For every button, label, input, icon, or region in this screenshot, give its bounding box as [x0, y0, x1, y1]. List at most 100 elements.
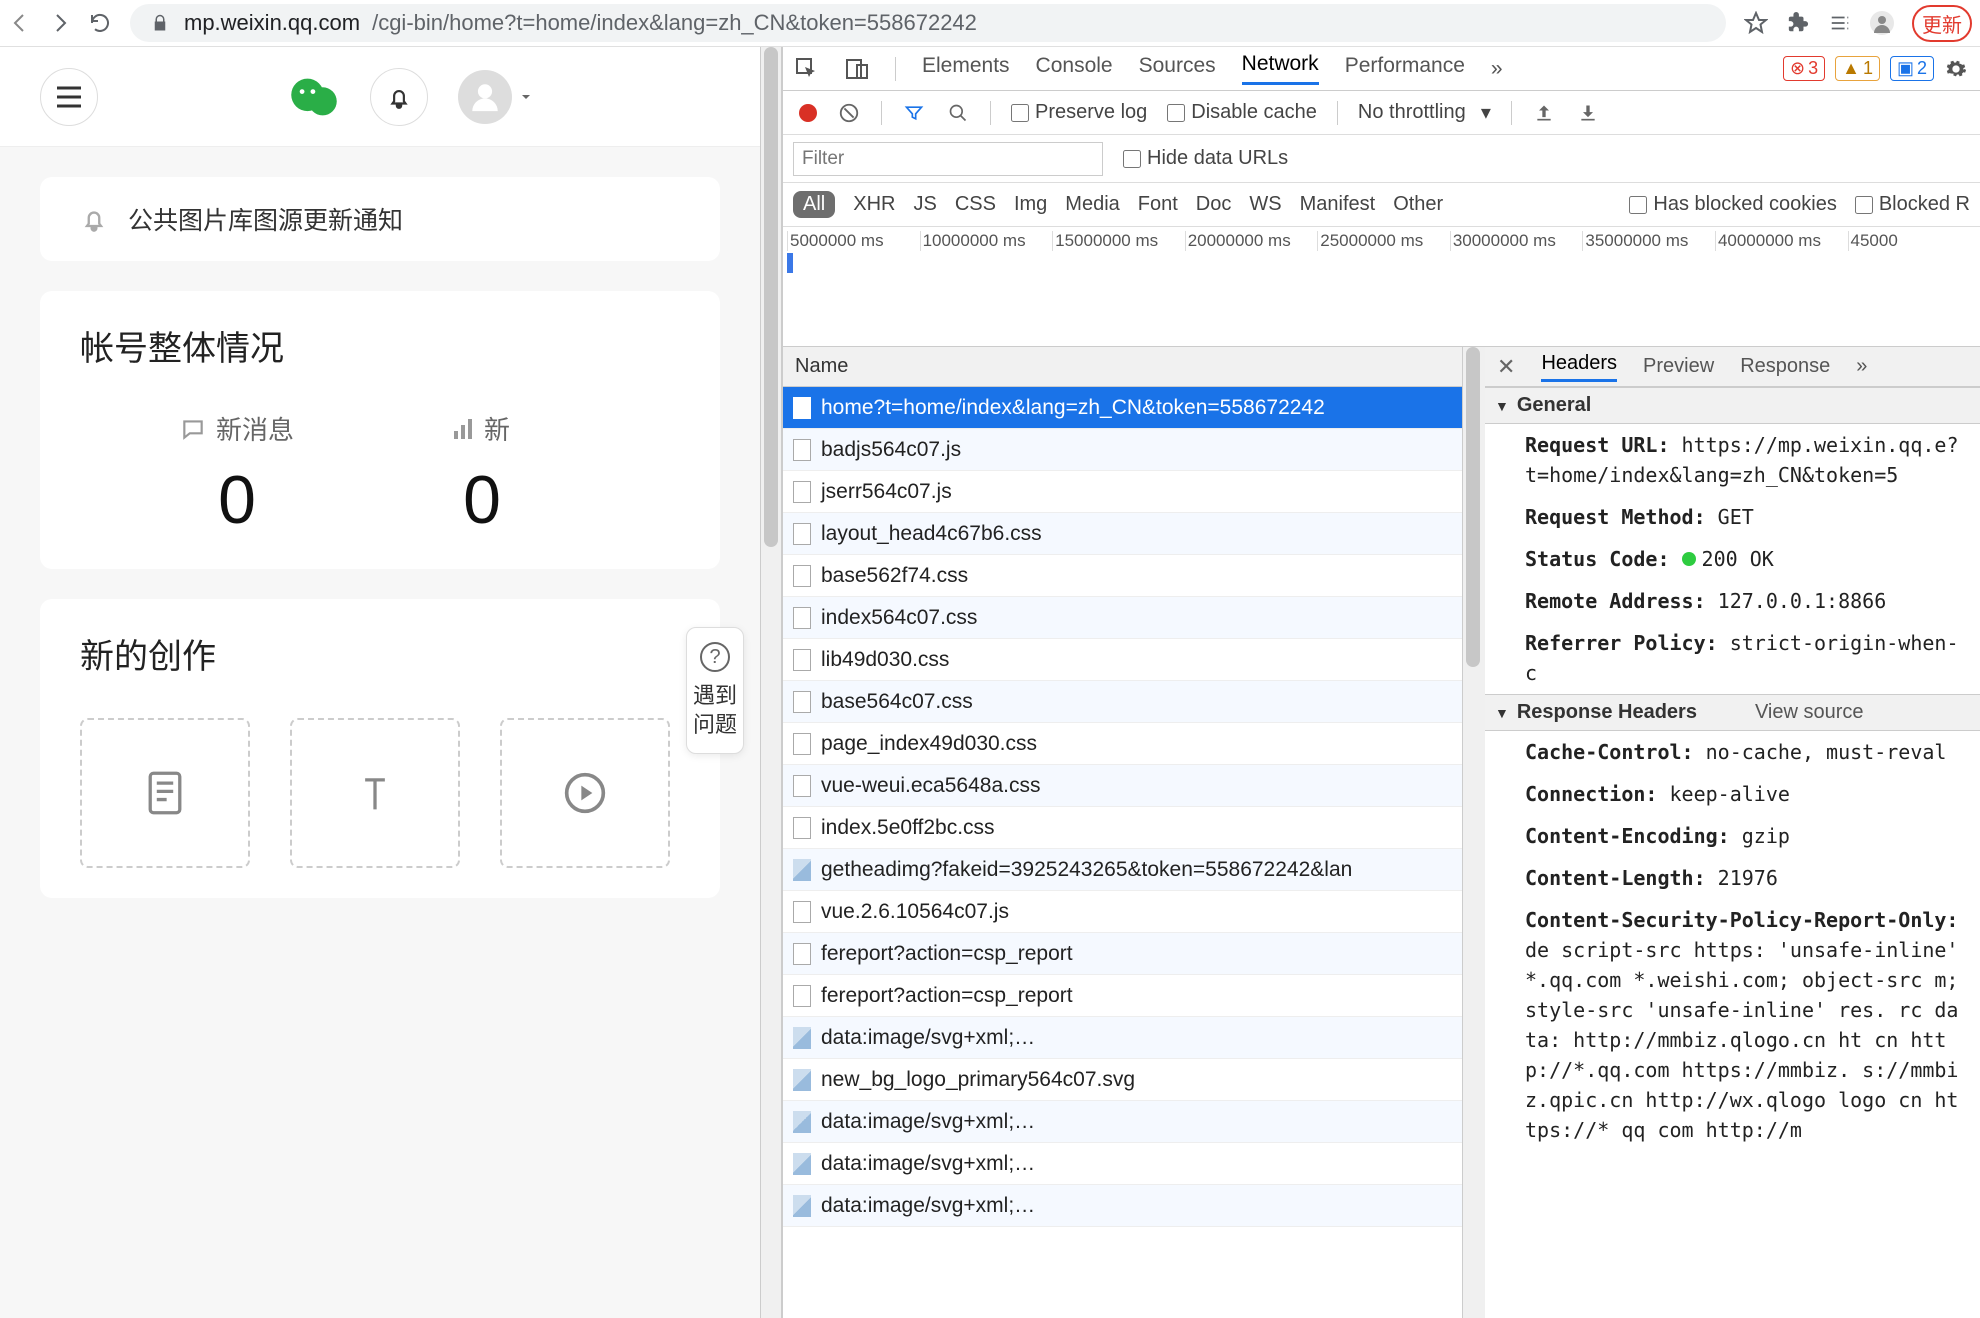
- settings-icon[interactable]: [1944, 57, 1968, 81]
- tab-performance[interactable]: Performance: [1345, 54, 1465, 84]
- update-button[interactable]: 更新: [1912, 5, 1972, 42]
- tab-elements[interactable]: Elements: [922, 54, 1010, 84]
- request-row[interactable]: base564c07.css: [783, 681, 1462, 723]
- blocked-requests-checkbox[interactable]: Blocked R: [1855, 193, 1970, 216]
- tabs-overflow-icon[interactable]: »: [1491, 57, 1503, 81]
- type-other[interactable]: Other: [1393, 193, 1443, 216]
- stat-new-second[interactable]: 新 0: [454, 410, 510, 539]
- request-row[interactable]: getheadimg?fakeid=3925243265&token=55867…: [783, 849, 1462, 891]
- record-button[interactable]: [799, 104, 817, 122]
- tab-console[interactable]: Console: [1036, 54, 1113, 84]
- request-row[interactable]: vue.2.6.10564c07.js: [783, 891, 1462, 933]
- timeline-overview[interactable]: 5000000 ms10000000 ms15000000 ms20000000…: [783, 227, 1980, 347]
- request-name: base562f74.css: [821, 564, 968, 588]
- type-manifest[interactable]: Manifest: [1300, 193, 1376, 216]
- error-badge[interactable]: ⊗3: [1783, 56, 1825, 81]
- request-row[interactable]: data:image/svg+xml;…: [783, 1017, 1462, 1059]
- device-icon[interactable]: [845, 57, 869, 81]
- inspect-icon[interactable]: [795, 57, 819, 81]
- preserve-log-checkbox[interactable]: Preserve log: [1011, 101, 1147, 124]
- filter-icon[interactable]: [902, 101, 926, 125]
- type-all[interactable]: All: [793, 191, 835, 218]
- detail-tab-headers[interactable]: Headers: [1541, 352, 1617, 382]
- disable-cache-checkbox[interactable]: Disable cache: [1167, 101, 1317, 124]
- header-row: Cache-Control: no-cache, must-reval: [1485, 731, 1980, 773]
- request-name: layout_head4c67b6.css: [821, 522, 1042, 546]
- type-css[interactable]: CSS: [955, 193, 996, 216]
- detail-tab-response[interactable]: Response: [1740, 355, 1830, 378]
- type-media[interactable]: Media: [1065, 193, 1119, 216]
- tab-sources[interactable]: Sources: [1139, 54, 1216, 84]
- tab-network[interactable]: Network: [1242, 52, 1319, 85]
- request-name: lib49d030.css: [821, 648, 949, 672]
- request-row[interactable]: jserr564c07.js: [783, 471, 1462, 513]
- request-row[interactable]: fereport?action=csp_report: [783, 933, 1462, 975]
- throttling-dropdown[interactable]: No throttling ▾: [1358, 100, 1491, 125]
- menu-button[interactable]: [40, 68, 98, 126]
- profile-icon[interactable]: [1870, 11, 1894, 35]
- response-headers-section-header[interactable]: ▼Response HeadersView source: [1485, 694, 1980, 731]
- file-icon: [793, 943, 811, 965]
- request-row[interactable]: lib49d030.css: [783, 639, 1462, 681]
- file-icon: [793, 733, 811, 755]
- type-xhr[interactable]: XHR: [853, 193, 895, 216]
- extensions-icon[interactable]: [1786, 11, 1810, 35]
- close-details-icon[interactable]: ✕: [1497, 354, 1515, 380]
- type-doc[interactable]: Doc: [1196, 193, 1232, 216]
- request-row[interactable]: base562f74.css: [783, 555, 1462, 597]
- create-tile-text[interactable]: [290, 718, 460, 868]
- request-row[interactable]: page_index49d030.css: [783, 723, 1462, 765]
- reading-list-icon[interactable]: [1828, 11, 1852, 35]
- type-font[interactable]: Font: [1138, 193, 1178, 216]
- download-icon[interactable]: [1576, 101, 1600, 125]
- name-column-header[interactable]: Name: [783, 347, 1462, 387]
- type-ws[interactable]: WS: [1249, 193, 1281, 216]
- request-name: badjs564c07.js: [821, 438, 961, 462]
- warning-badge[interactable]: ▲1: [1835, 56, 1880, 81]
- request-row[interactable]: layout_head4c67b6.css: [783, 513, 1462, 555]
- notice-card[interactable]: 公共图片库图源更新通知: [40, 177, 720, 261]
- create-tile-article[interactable]: [80, 718, 250, 868]
- page-scrollbar[interactable]: [760, 47, 782, 1318]
- stat2-value: 0: [463, 461, 501, 539]
- request-row[interactable]: data:image/svg+xml;…: [783, 1101, 1462, 1143]
- stat-new-messages[interactable]: 新消息 0: [180, 410, 294, 539]
- request-row[interactable]: home?t=home/index&lang=zh_CN&token=55867…: [783, 387, 1462, 429]
- clear-icon[interactable]: [837, 101, 861, 125]
- detail-tabs-overflow-icon[interactable]: »: [1856, 355, 1867, 378]
- reload-icon[interactable]: [88, 11, 112, 35]
- request-row[interactable]: index564c07.css: [783, 597, 1462, 639]
- details-tabs: ✕ Headers Preview Response »: [1485, 347, 1980, 387]
- general-section-header[interactable]: ▼General: [1485, 387, 1980, 424]
- request-row[interactable]: new_bg_logo_primary564c07.svg: [783, 1059, 1462, 1101]
- file-icon: [793, 817, 811, 839]
- request-row[interactable]: vue-weui.eca5648a.css: [783, 765, 1462, 807]
- address-bar[interactable]: mp.weixin.qq.com/cgi-bin/home?t=home/ind…: [130, 4, 1726, 42]
- blocked-cookies-checkbox[interactable]: Has blocked cookies: [1629, 193, 1836, 216]
- request-name: data:image/svg+xml;…: [821, 1026, 1035, 1050]
- notifications-button[interactable]: [370, 68, 428, 126]
- help-floater[interactable]: ? 遇到问题: [686, 627, 744, 754]
- info-badge[interactable]: ▣2: [1890, 56, 1934, 81]
- filter-input[interactable]: [793, 142, 1103, 176]
- detail-tab-preview[interactable]: Preview: [1643, 355, 1714, 378]
- forward-icon[interactable]: [48, 11, 72, 35]
- account-dropdown[interactable]: [458, 70, 534, 124]
- request-row[interactable]: badjs564c07.js: [783, 429, 1462, 471]
- request-row[interactable]: data:image/svg+xml;…: [783, 1143, 1462, 1185]
- view-source-link[interactable]: View source: [1755, 701, 1864, 724]
- request-list-scrollbar[interactable]: [1463, 347, 1485, 1318]
- search-icon[interactable]: [946, 101, 970, 125]
- request-row[interactable]: fereport?action=csp_report: [783, 975, 1462, 1017]
- star-icon[interactable]: [1744, 11, 1768, 35]
- url-host: mp.weixin.qq.com: [184, 10, 360, 36]
- request-row[interactable]: data:image/svg+xml;…: [783, 1185, 1462, 1227]
- hide-data-urls-checkbox[interactable]: Hide data URLs: [1123, 147, 1288, 170]
- type-img[interactable]: Img: [1014, 193, 1047, 216]
- type-js[interactable]: JS: [913, 193, 936, 216]
- request-row[interactable]: index.5e0ff2bc.css: [783, 807, 1462, 849]
- back-icon[interactable]: [8, 11, 32, 35]
- create-tile-video[interactable]: [500, 718, 670, 868]
- request-name: data:image/svg+xml;…: [821, 1152, 1035, 1176]
- upload-icon[interactable]: [1532, 101, 1556, 125]
